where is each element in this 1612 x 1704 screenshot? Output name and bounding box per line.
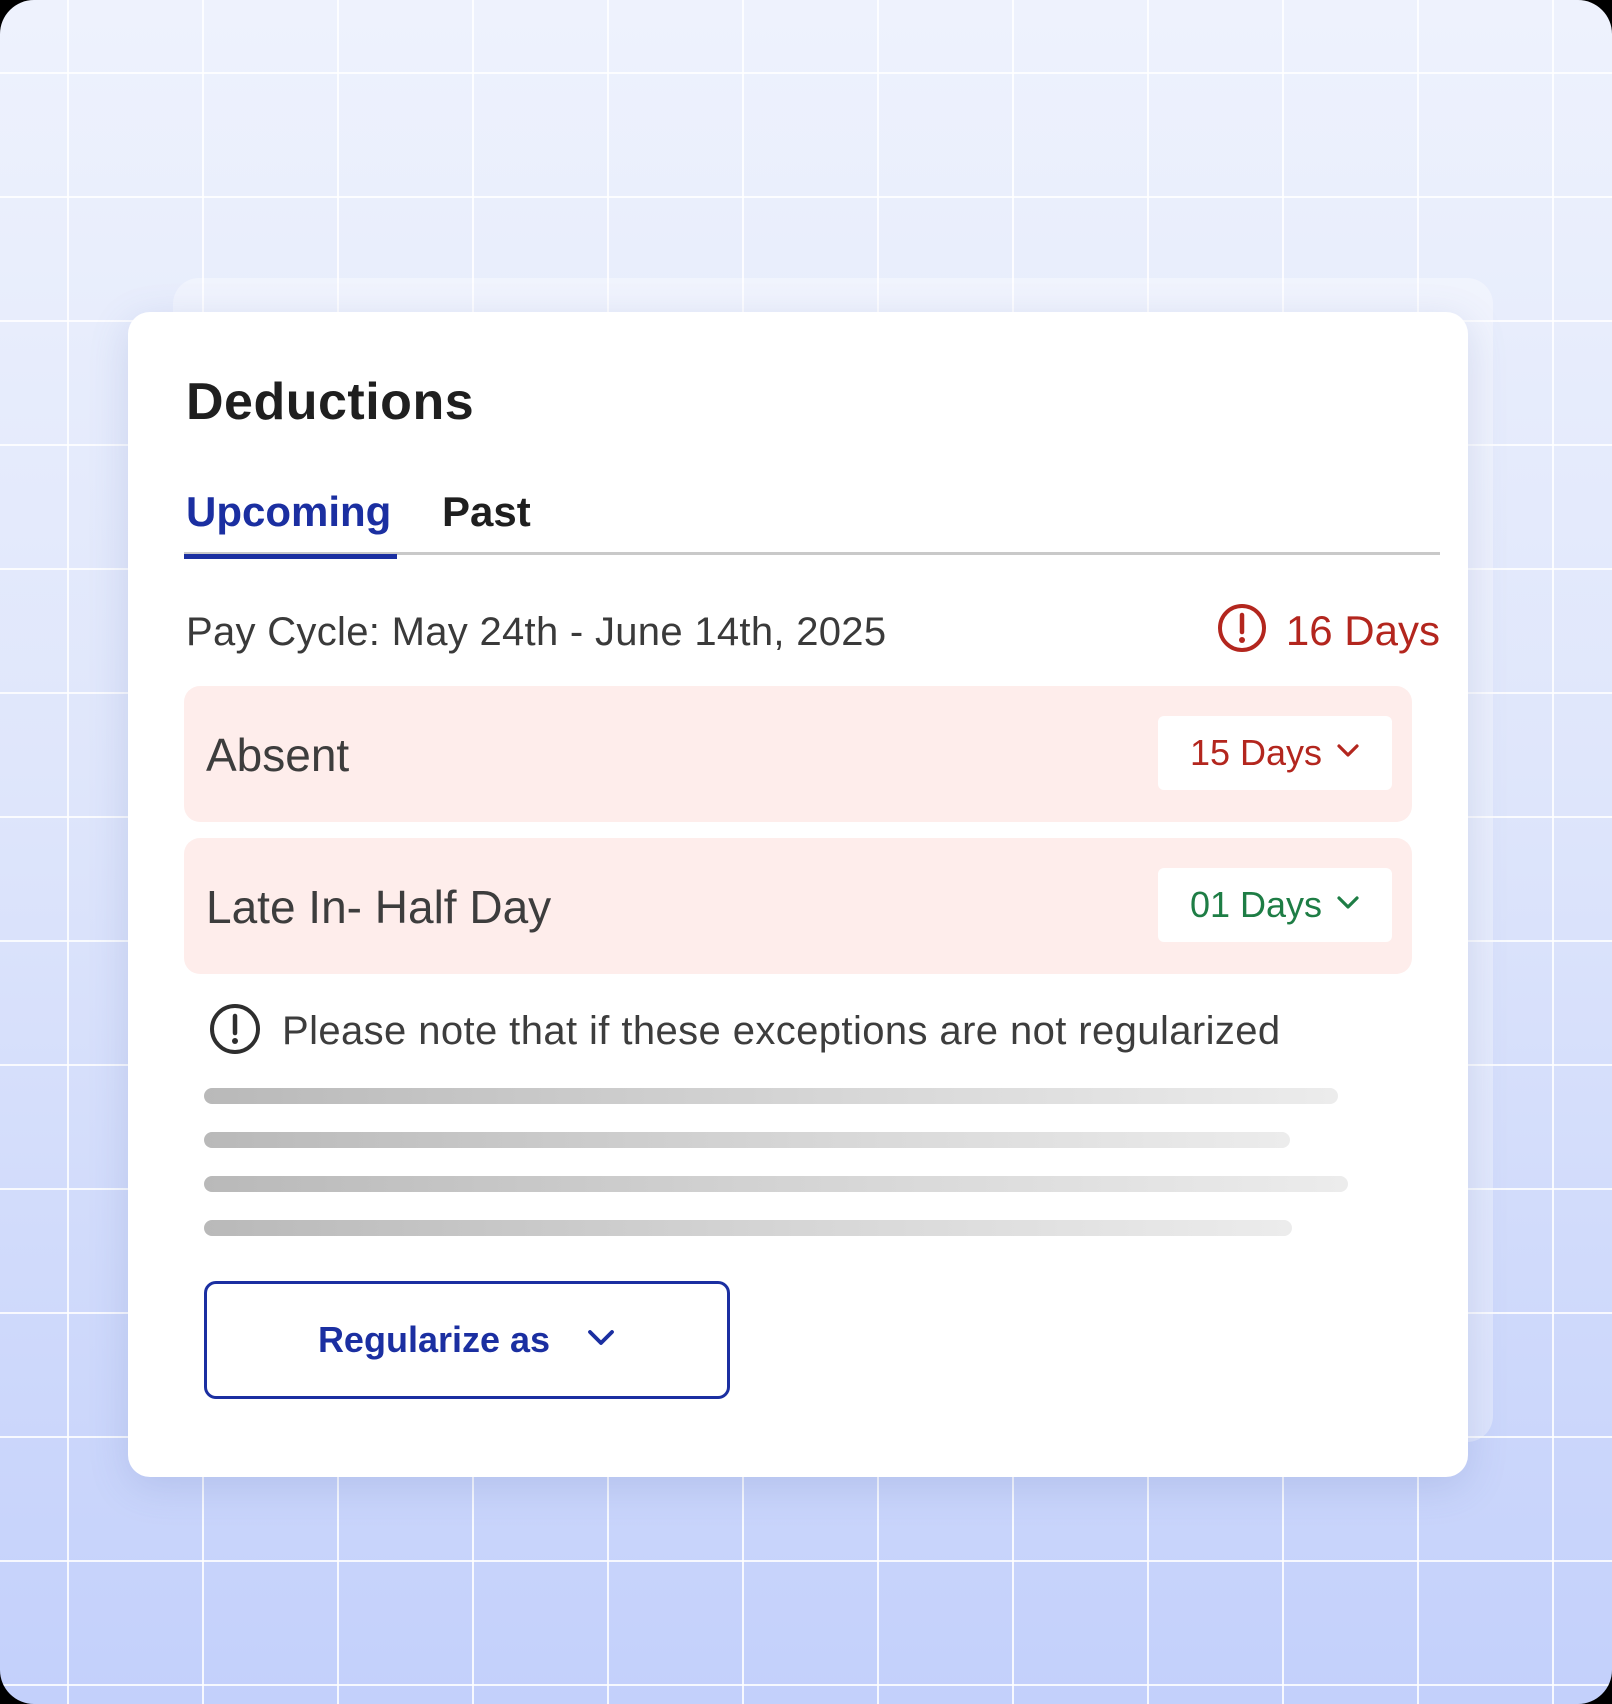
alert-circle-icon — [1216, 602, 1268, 659]
skeleton-line — [204, 1220, 1292, 1236]
tab-bar: Upcoming Past — [183, 488, 1440, 559]
tab-upcoming[interactable]: Upcoming — [183, 488, 398, 559]
skeleton-line — [204, 1132, 1290, 1148]
pay-cycle-row: Pay Cycle: May 24th - June 14th, 2025 16… — [186, 602, 1440, 662]
pay-cycle-text: Pay Cycle: May 24th - June 14th, 2025 — [186, 610, 887, 654]
background-stage: Deductions Upcoming Past Pay Cycle: May … — [0, 0, 1612, 1704]
pay-cycle-total: 16 Days — [1216, 602, 1440, 659]
deductions-card: Deductions Upcoming Past Pay Cycle: May … — [128, 312, 1468, 1477]
regularize-label: Regularize as — [317, 1319, 551, 1360]
chevron-down-icon — [1336, 743, 1360, 764]
skeleton-line — [204, 1176, 1348, 1192]
days-value: 15 Days — [1189, 732, 1323, 773]
note-row: Please note that if these exceptions are… — [208, 1002, 1281, 1061]
skeleton-line — [204, 1088, 1338, 1104]
exception-label: Late In- Half Day — [206, 881, 552, 933]
alert-circle-icon — [208, 1002, 262, 1061]
note-text: Please note that if these exceptions are… — [282, 1009, 1281, 1053]
exception-row-late-in: Late In- Half Day 01 Days — [184, 838, 1412, 974]
exception-row-absent: Absent 15 Days — [184, 686, 1412, 822]
tab-past[interactable]: Past — [442, 488, 531, 536]
late-in-days-dropdown[interactable]: 01 Days — [1158, 868, 1392, 942]
card-title: Deductions — [186, 373, 475, 431]
chevron-down-icon — [1336, 895, 1360, 916]
regularize-as-button[interactable]: Regularize as — [204, 1281, 730, 1399]
chevron-down-icon — [586, 1328, 616, 1353]
absent-days-dropdown[interactable]: 15 Days — [1158, 716, 1392, 790]
exception-label: Absent — [206, 729, 350, 781]
days-value: 01 Days — [1189, 884, 1323, 925]
total-days-count: 16 Days — [1285, 606, 1440, 654]
